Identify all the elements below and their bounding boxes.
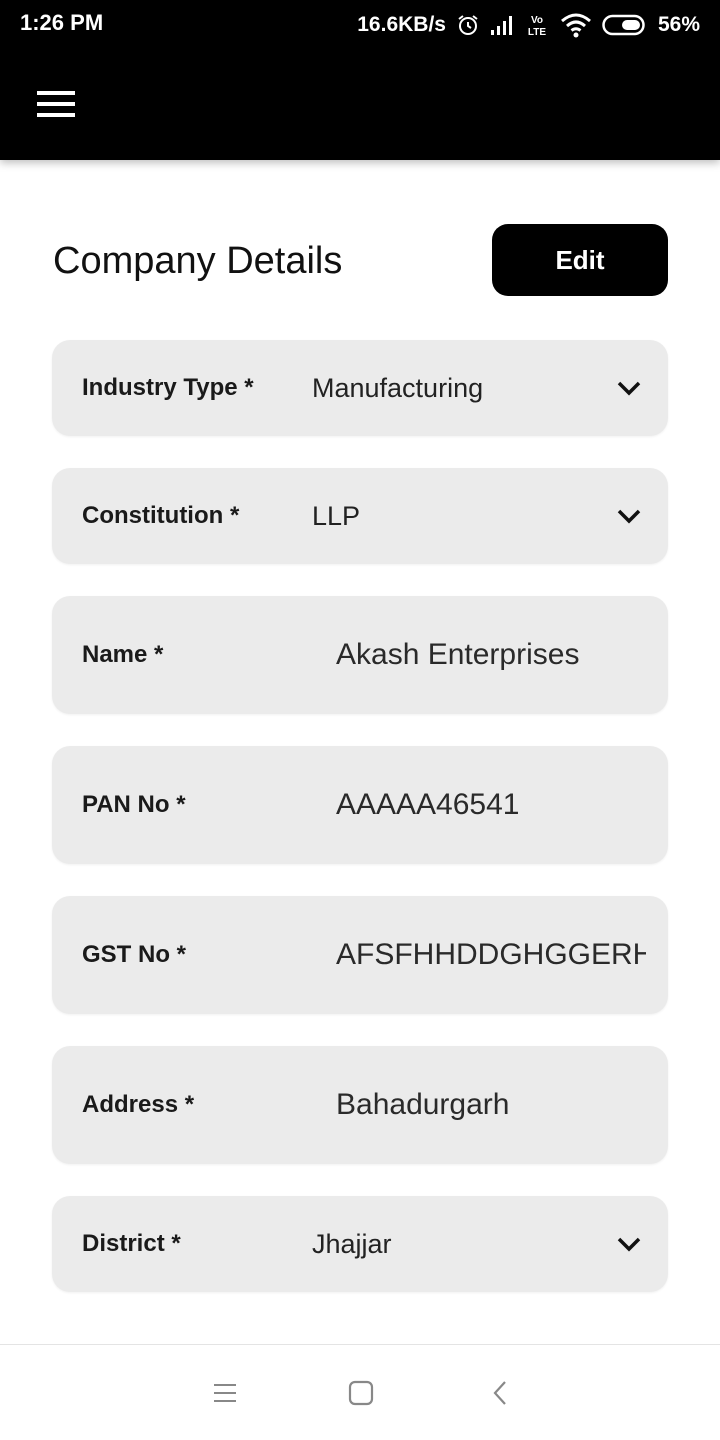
pan-no-label: PAN No * <box>82 791 186 818</box>
constitution-label: Constitution * <box>82 502 240 529</box>
industry-type-value: Manufacturing <box>312 372 484 403</box>
district-value: Jhajjar <box>312 1228 392 1259</box>
battery-percent: 56% <box>657 13 700 36</box>
name-field: Name * Akash Enterprises <box>52 596 668 714</box>
svg-text:Vo: Vo <box>531 15 543 26</box>
chevron-down-icon[interactable] <box>616 376 642 400</box>
pan-no-field: PAN No * AAAAA46541 <box>52 746 668 864</box>
system-nav-bar <box>0 1344 720 1440</box>
industry-type-dropdown[interactable]: Industry Type * Manufacturing <box>52 340 668 436</box>
recent-apps-icon[interactable] <box>205 1375 245 1411</box>
chevron-down-icon[interactable] <box>616 1232 642 1256</box>
hamburger-menu-icon[interactable] <box>30 80 82 128</box>
status-time: 1:26 PM <box>20 10 104 35</box>
address-label: Address * <box>82 1091 195 1118</box>
volte-icon: Vo LTE <box>524 12 550 38</box>
industry-type-label: Industry Type * <box>82 374 254 401</box>
wifi-icon <box>560 12 592 38</box>
district-dropdown[interactable]: District * Jhajjar <box>52 1196 668 1292</box>
name-input[interactable]: Akash Enterprises <box>336 596 646 714</box>
page-title: Company Details <box>53 240 343 282</box>
address-input[interactable]: Bahadurgarh <box>336 1046 646 1164</box>
name-label: Name * <box>82 641 164 668</box>
network-speed: 16.6KB/s <box>357 13 446 36</box>
district-label: District * <box>82 1230 181 1257</box>
constitution-dropdown[interactable]: Constitution * LLP <box>52 468 668 564</box>
battery-icon <box>602 13 648 37</box>
alarm-icon <box>456 13 480 37</box>
chevron-down-icon[interactable] <box>616 504 642 528</box>
gst-no-label: GST No * <box>82 941 187 968</box>
edit-button[interactable]: Edit <box>492 224 668 296</box>
address-field: Address * Bahadurgarh <box>52 1046 668 1164</box>
signal-icon <box>490 14 514 36</box>
constitution-value: LLP <box>312 500 361 531</box>
home-icon[interactable] <box>341 1375 381 1411</box>
pan-no-input[interactable]: AAAAA46541 <box>336 746 646 864</box>
back-icon[interactable] <box>480 1375 520 1411</box>
company-details-screen: 1:26 PM 16.6KB/s Vo LTE 56% Company Deta… <box>0 0 720 1440</box>
status-indicators: 16.6KB/s Vo LTE 56% <box>357 10 700 40</box>
gst-no-input[interactable]: AFSFHHDDGHGGERH <box>336 896 646 1014</box>
gst-no-field: GST No * AFSFHHDDGHGGERH <box>52 896 668 1014</box>
svg-text:LTE: LTE <box>528 27 546 38</box>
app-bar: 1:26 PM 16.6KB/s Vo LTE 56% <box>0 0 720 160</box>
